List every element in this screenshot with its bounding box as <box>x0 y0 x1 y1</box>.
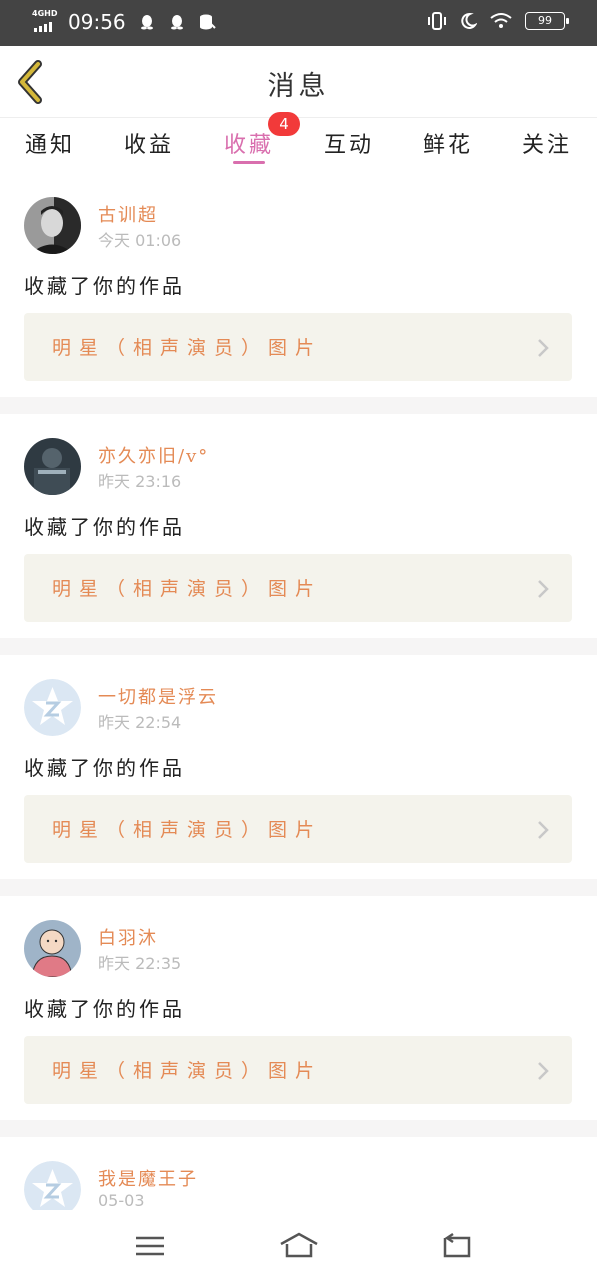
username[interactable]: 白羽沐 <box>98 924 158 950</box>
tab-bar: 通知 收益 收藏 4 互动 鲜花 关注 <box>0 112 597 171</box>
username[interactable]: 古训超 <box>98 201 158 227</box>
tab-notifications[interactable]: 通知 <box>10 127 90 159</box>
work-title: 明星（相声演员）图片 <box>52 1060 323 1082</box>
tab-flowers[interactable]: 鲜花 <box>408 127 488 159</box>
chevron-right-icon <box>538 580 549 598</box>
active-tab-indicator <box>233 161 265 164</box>
back-icon[interactable] <box>435 1230 475 1262</box>
list-item: 亦久亦旧/v° 昨天 23:16 收藏了你的作品 明星（相声演员）图片 <box>0 438 597 663</box>
message-time: 昨天 22:54 <box>98 713 182 732</box>
tab-earnings[interactable]: 收益 <box>109 127 189 159</box>
username[interactable]: 我是魔王子 <box>98 1165 198 1191</box>
status-bar: 4GHD 09:56 99 <box>0 0 597 46</box>
separator <box>0 638 597 655</box>
qq-icon <box>140 15 153 30</box>
tab-following[interactable]: 关注 <box>507 127 587 159</box>
battery-level: 99 <box>538 14 552 27</box>
separator <box>0 1120 597 1137</box>
system-nav-bar <box>0 1210 597 1280</box>
favorites-badge: 4 <box>268 112 300 136</box>
work-title: 明星（相声演员）图片 <box>52 578 323 600</box>
cellular-signal-icon: 4GHD <box>32 8 58 36</box>
action-text: 收藏了你的作品 <box>24 756 185 780</box>
avatar[interactable] <box>24 920 81 977</box>
work-link[interactable]: 明星（相声演员）图片 <box>24 313 572 381</box>
wifi-icon <box>490 13 512 28</box>
action-text: 收藏了你的作品 <box>24 997 185 1021</box>
header: 消息 <box>0 46 597 118</box>
list-item: 白羽沐 昨天 22:35 收藏了你的作品 明星（相声演员）图片 <box>0 920 597 1145</box>
battery-icon: 99 <box>525 12 569 30</box>
work-title: 明星（相声演员）图片 <box>52 337 323 359</box>
chevron-right-icon <box>538 821 549 839</box>
work-link[interactable]: 明星（相声演员）图片 <box>24 554 572 622</box>
separator <box>0 397 597 414</box>
tab-interactions[interactable]: 互动 <box>309 127 389 159</box>
network-type: 4GHD <box>32 9 58 18</box>
work-link[interactable]: 明星（相声演员）图片 <box>24 795 572 863</box>
avatar[interactable] <box>24 197 81 254</box>
qq-icon <box>170 15 183 30</box>
menu-icon[interactable] <box>130 1230 170 1262</box>
list-item: 古训超 今天 01:06 收藏了你的作品 明星（相声演员）图片 <box>0 197 597 422</box>
message-time: 05-03 <box>98 1191 145 1210</box>
separator <box>0 879 597 896</box>
chevron-right-icon <box>538 339 549 357</box>
status-time: 09:56 <box>68 10 126 34</box>
action-text: 收藏了你的作品 <box>24 515 185 539</box>
work-link[interactable]: 明星（相声演员）图片 <box>24 1036 572 1104</box>
action-text: 收藏了你的作品 <box>24 274 185 298</box>
page-title: 消息 <box>267 71 330 102</box>
list-item: 我是魔王子 05-03 <box>0 1161 597 1210</box>
chevron-right-icon <box>538 1062 549 1080</box>
vibrate-icon <box>428 12 446 30</box>
list-item: 一切都是浮云 昨天 22:54 收藏了你的作品 明星（相声演员）图片 <box>0 679 597 904</box>
avatar[interactable] <box>24 1161 81 1210</box>
database-icon <box>199 14 216 30</box>
message-time: 昨天 23:16 <box>98 472 182 491</box>
username[interactable]: 亦久亦旧/v° <box>98 442 209 468</box>
home-icon[interactable] <box>279 1230 319 1262</box>
work-title: 明星（相声演员）图片 <box>52 819 323 841</box>
avatar[interactable] <box>24 438 81 495</box>
moon-icon <box>461 12 477 29</box>
avatar[interactable] <box>24 679 81 736</box>
message-time: 昨天 22:35 <box>98 954 182 973</box>
username[interactable]: 一切都是浮云 <box>98 683 218 709</box>
message-time: 今天 01:06 <box>98 231 182 250</box>
